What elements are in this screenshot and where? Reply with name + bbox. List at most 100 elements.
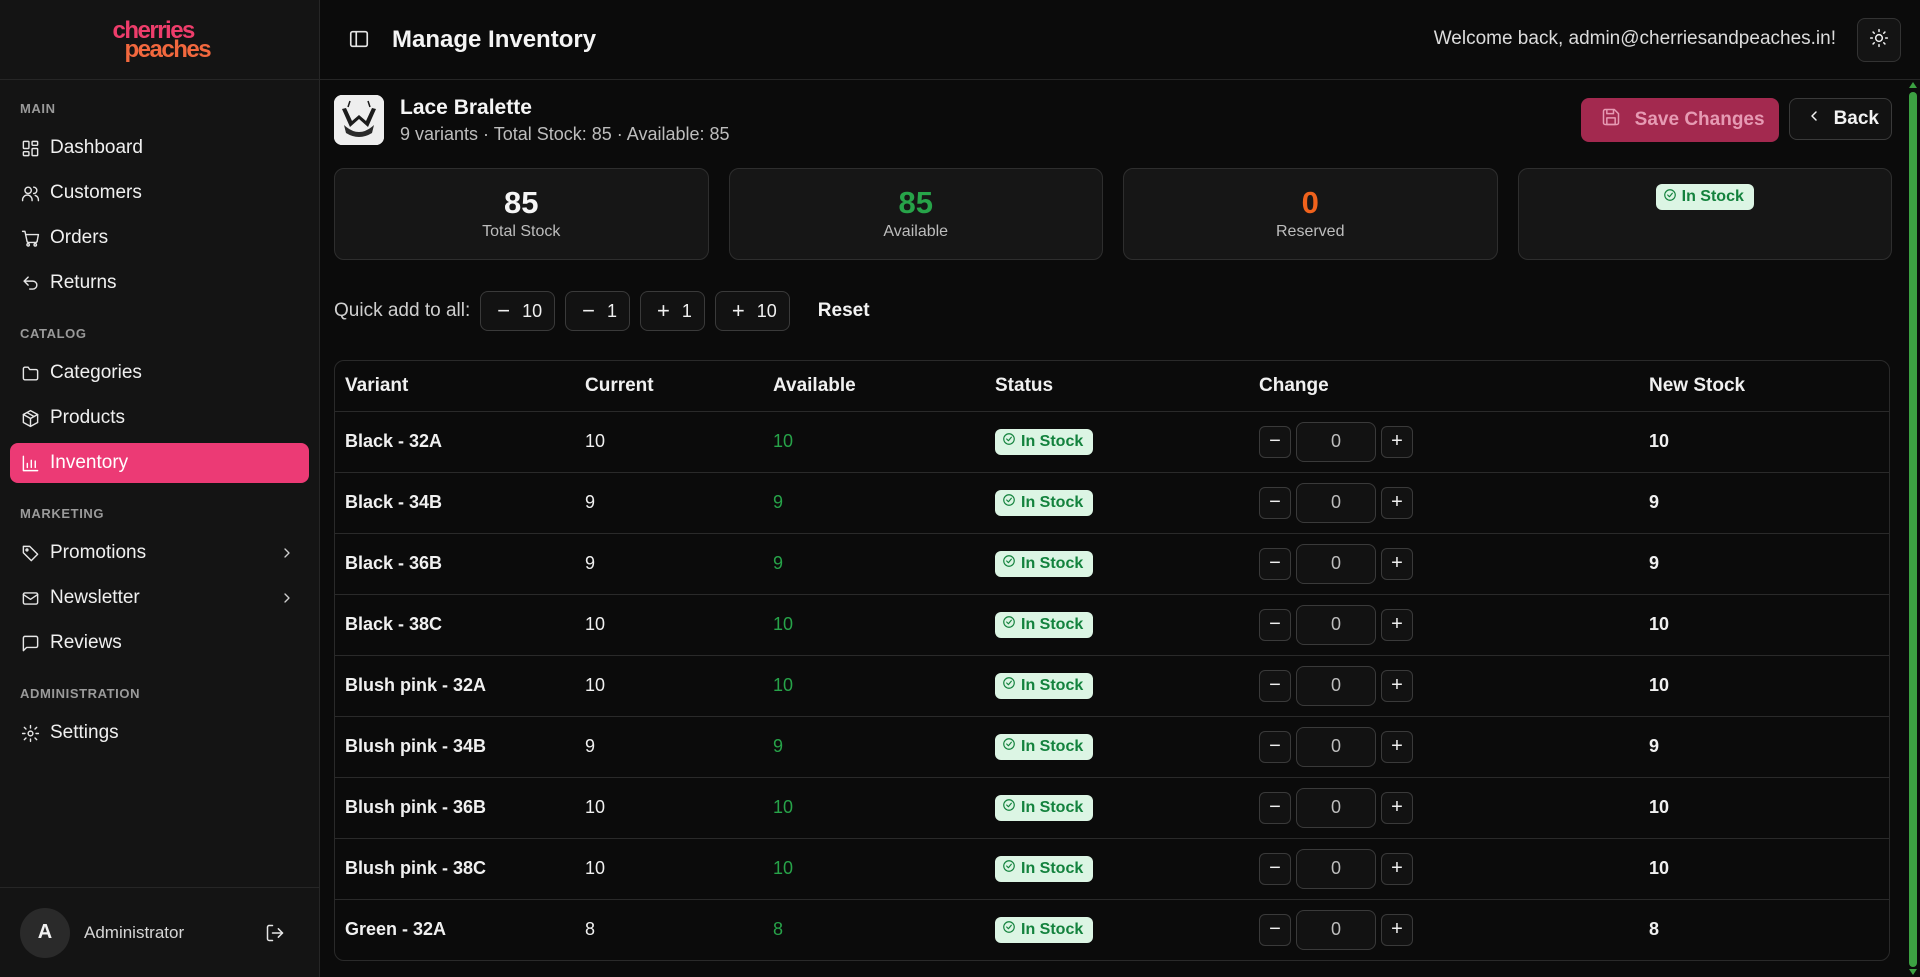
change-input[interactable]: [1296, 482, 1376, 523]
change-input[interactable]: [1296, 909, 1376, 950]
table-row: Blush pink - 36B 10 10 In Stock − + 10: [335, 777, 1889, 839]
nav-group-catalog: CATALOG Categories Products Inventory: [10, 325, 309, 483]
current-stock: 9: [585, 533, 773, 595]
sidebar-item-products[interactable]: Products: [10, 398, 309, 438]
increment-button[interactable]: +: [1381, 486, 1413, 519]
change-input[interactable]: [1296, 726, 1376, 767]
product-thumbnail: [334, 95, 384, 145]
increment-button[interactable]: +: [1381, 791, 1413, 824]
quick-plus-1-button[interactable]: + 1: [640, 291, 705, 331]
sidebar-item-newsletter[interactable]: Newsletter: [10, 578, 309, 618]
chevron-right-icon[interactable]: [279, 545, 295, 561]
gear-icon: [20, 723, 40, 743]
sidebar-item-label: Categories: [50, 362, 142, 383]
mail-icon: [20, 588, 40, 608]
sun-icon: [1869, 28, 1889, 53]
chevron-right-icon[interactable]: [279, 590, 295, 606]
increment-button[interactable]: +: [1381, 669, 1413, 702]
change-input[interactable]: [1296, 543, 1376, 584]
current-stock: 9: [585, 472, 773, 534]
current-stock: 10: [585, 594, 773, 656]
quick-minus-1-button[interactable]: − 1: [565, 291, 631, 331]
change-cell: − +: [1259, 411, 1649, 473]
scroll-down-arrow[interactable]: [1909, 969, 1917, 975]
status-badge: In Stock: [995, 428, 1094, 455]
change-input[interactable]: [1296, 421, 1376, 462]
increment-button[interactable]: +: [1381, 547, 1413, 580]
sidebar-item-label: Orders: [50, 227, 109, 248]
col-header-variant: Variant: [335, 361, 585, 412]
status-badge: In Stock: [995, 916, 1094, 943]
decrement-button[interactable]: −: [1259, 669, 1291, 702]
welcome-text: Welcome back, admin@cherriesandpeaches.i…: [1433, 28, 1836, 49]
variant-name: Black - 38C: [335, 594, 585, 656]
sidebar-item-inventory[interactable]: Inventory: [10, 443, 309, 483]
logout-icon[interactable]: [265, 923, 285, 943]
top-header: Manage Inventory Welcome back, admin@che…: [320, 0, 1920, 80]
sidebar-item-promotions[interactable]: Promotions: [10, 533, 309, 573]
increment-button[interactable]: +: [1381, 913, 1413, 946]
status-badge: In Stock: [995, 733, 1094, 760]
user-bar: A Administrator: [0, 887, 319, 977]
sidebar-item-customers[interactable]: Customers: [10, 173, 309, 213]
app-root: cherries peaches MAIN Dashboard Customer…: [0, 0, 1920, 977]
available-stock: 8: [773, 919, 784, 940]
quick-amount: 10: [756, 300, 777, 321]
change-input[interactable]: [1296, 665, 1376, 706]
change-cell: − +: [1259, 777, 1649, 839]
sidebar-item-orders[interactable]: Orders: [10, 218, 309, 258]
sidebar-item-label: Products: [50, 407, 125, 428]
change-input[interactable]: [1296, 604, 1376, 645]
change-input[interactable]: [1296, 848, 1376, 889]
sidebar-item-label: Newsletter: [50, 587, 140, 608]
available-stock: 9: [773, 716, 995, 778]
theme-toggle-button[interactable]: [1857, 18, 1901, 62]
sidebar-item-label: Settings: [50, 722, 119, 743]
bar-chart-icon: [20, 453, 40, 473]
table-body: Black - 32A 10 10 In Stock − + 10 Black …: [335, 411, 1889, 960]
page-scrollbar[interactable]: [1906, 80, 1920, 977]
stat-value: 0: [1301, 185, 1319, 220]
increment-button[interactable]: +: [1381, 852, 1413, 885]
sidebar-item-dashboard[interactable]: Dashboard: [10, 128, 309, 168]
sidebar-toggle-icon[interactable]: [348, 28, 372, 52]
scrollbar-thumb[interactable]: [1909, 92, 1917, 967]
increment-button[interactable]: +: [1381, 425, 1413, 458]
decrement-button[interactable]: −: [1259, 791, 1291, 824]
decrement-button[interactable]: −: [1259, 852, 1291, 885]
check-circle-icon: [1002, 798, 1016, 817]
decrement-button[interactable]: −: [1259, 486, 1291, 519]
sidebar-item-settings[interactable]: Settings: [10, 713, 309, 753]
back-button[interactable]: Back: [1788, 98, 1892, 140]
quick-minus-10-button[interactable]: − 10: [480, 291, 556, 331]
table-row: Black - 34B 9 9 In Stock − + 9: [335, 472, 1889, 534]
sidebar-item-reviews[interactable]: Reviews: [10, 623, 309, 663]
avatar[interactable]: A: [20, 907, 70, 958]
sidebar-item-returns[interactable]: Returns: [10, 263, 309, 303]
nav-section-label: ADMINISTRATION: [20, 686, 141, 701]
sidebar-item-label: Customers: [50, 182, 142, 203]
stat-value: 85: [504, 185, 539, 220]
decrement-button[interactable]: −: [1259, 913, 1291, 946]
table-row: Blush pink - 32A 10 10 In Stock − + 10: [335, 655, 1889, 717]
available-stock: 9: [773, 472, 995, 534]
reset-button[interactable]: Reset: [818, 300, 870, 322]
save-changes-button[interactable]: Save Changes: [1580, 98, 1779, 142]
current-stock: 9: [585, 716, 773, 778]
decrement-button[interactable]: −: [1259, 547, 1291, 580]
decrement-button[interactable]: −: [1259, 425, 1291, 458]
col-header-available: Available: [773, 361, 995, 412]
quantity-stepper: − +: [1259, 421, 1649, 462]
decrement-button[interactable]: −: [1259, 608, 1291, 641]
new-stock: 10: [1649, 411, 1889, 473]
sidebar-item-categories[interactable]: Categories: [10, 353, 309, 393]
increment-button[interactable]: +: [1381, 730, 1413, 763]
increment-button[interactable]: +: [1381, 608, 1413, 641]
scroll-up-arrow[interactable]: [1909, 82, 1917, 88]
quick-plus-10-button[interactable]: + 10: [714, 291, 790, 331]
variant-name: Blush pink - 36B: [335, 777, 585, 839]
decrement-button[interactable]: −: [1259, 730, 1291, 763]
brand-logo[interactable]: cherries peaches: [0, 0, 319, 80]
logo-mark: cherries peaches: [95, 15, 225, 65]
change-input[interactable]: [1296, 787, 1376, 828]
